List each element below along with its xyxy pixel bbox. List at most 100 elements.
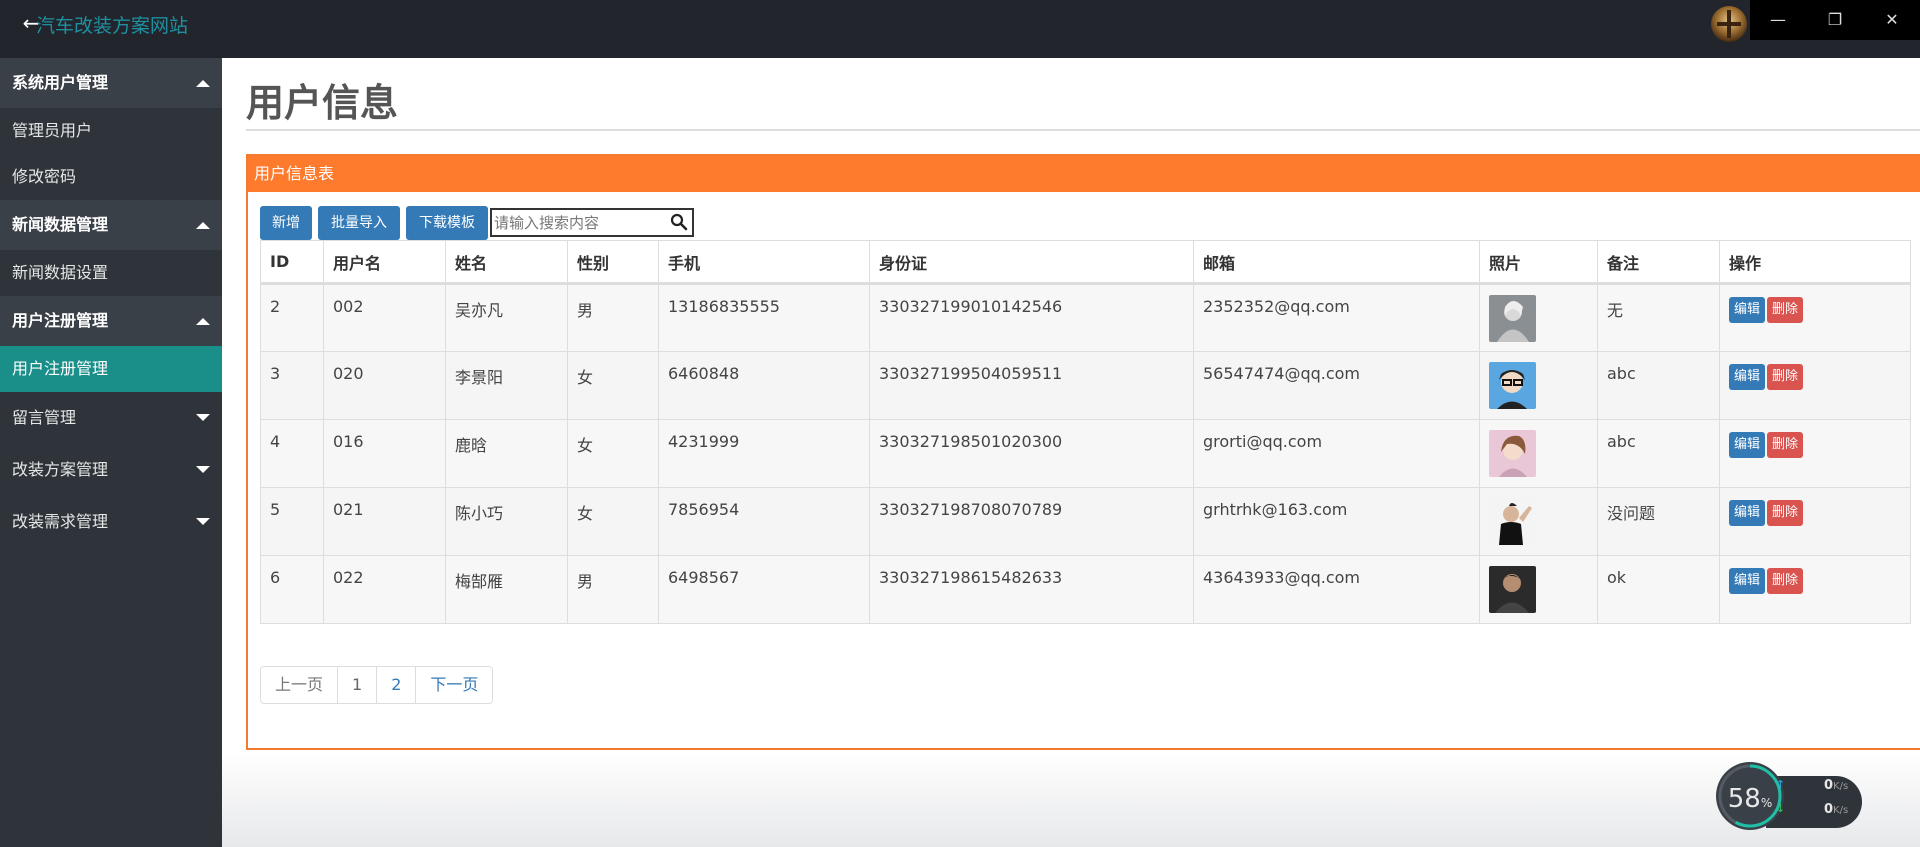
delete-button[interactable]: 删除 [1767, 364, 1804, 390]
cell-photo [1479, 555, 1598, 624]
cell-remark: 没问题 [1597, 487, 1720, 556]
nav-group-mod-requests[interactable]: 改装需求管理 [0, 496, 222, 548]
import-button[interactable]: 批量导入 [318, 206, 400, 240]
col-header-username: 用户名 [323, 240, 446, 285]
cell-id: 6 [260, 555, 324, 624]
col-header-remark: 备注 [1597, 240, 1720, 285]
table-header-row: ID 用户名 姓名 性别 手机 身份证 邮箱 照片 备注 操作 [260, 240, 1911, 285]
title-bar: ← 汽车改装方案网站 — ❐ ✕ [0, 0, 1920, 58]
download-speed: 0K/s [1824, 802, 1848, 817]
user-photo [1489, 430, 1536, 477]
caret-down-icon [196, 466, 210, 473]
maximize-icon[interactable]: ❐ [1807, 0, 1863, 40]
nav-group-label: 留言管理 [12, 408, 77, 427]
avatar[interactable] [1711, 6, 1747, 42]
cell-username: 022 [323, 555, 446, 624]
col-header-email: 邮箱 [1193, 240, 1480, 285]
cell-photo [1479, 351, 1598, 420]
download-arrow-icon: ↓ [1776, 802, 1786, 815]
cell-remark: ok [1597, 555, 1720, 624]
upload-unit: K/s [1833, 781, 1849, 792]
cell-gender: 女 [567, 351, 659, 420]
gauge-unit: % [1760, 796, 1773, 810]
user-table: ID 用户名 姓名 性别 手机 身份证 邮箱 照片 备注 操作 2 002 吴亦… [260, 240, 1911, 624]
prev-page-button[interactable]: 上一页 [261, 667, 339, 703]
cell-gender: 女 [567, 487, 659, 556]
cell-email: grhtrhk@163.com [1193, 487, 1480, 556]
delete-button[interactable]: 删除 [1767, 297, 1804, 323]
cell-email: 56547474@qq.com [1193, 351, 1480, 420]
nav-group-label: 系统用户管理 [12, 73, 109, 92]
sidebar: 系统用户管理 管理员用户 修改密码 新闻数据管理 新闻数据设置 用户注册管理 用… [0, 58, 222, 847]
cell-phone: 7856954 [658, 487, 870, 556]
nav-group-label: 新闻数据管理 [12, 215, 109, 234]
nav-group-system-users[interactable]: 系统用户管理 [0, 58, 222, 108]
sidebar-item-user-registration[interactable]: 用户注册管理 [0, 346, 222, 392]
download-template-button[interactable]: 下载模板 [406, 206, 488, 240]
sidebar-item-admin-users[interactable]: 管理员用户 [0, 108, 222, 154]
edit-button[interactable]: 编辑 [1729, 297, 1766, 323]
nav-group-label: 用户注册管理 [12, 311, 109, 330]
nav-group-news[interactable]: 新闻数据管理 [0, 200, 222, 250]
col-header-phone: 手机 [658, 240, 870, 285]
download-unit: K/s [1833, 805, 1849, 816]
delete-button[interactable]: 删除 [1767, 568, 1804, 594]
cell-actions: 编辑 删除 [1719, 419, 1911, 488]
cell-phone: 13186835555 [658, 283, 870, 352]
user-info-panel: 用户信息表 新增 批量导入 下载模板 ID 用户名 [246, 154, 1920, 750]
cell-phone: 4231999 [658, 419, 870, 488]
cell-email: 43643933@qq.com [1193, 555, 1480, 624]
sidebar-item-change-password[interactable]: 修改密码 [0, 154, 222, 200]
edit-button[interactable]: 编辑 [1729, 500, 1766, 526]
cell-idcard: 330327198501020300 [869, 419, 1194, 488]
nav-group-user-registration[interactable]: 用户注册管理 [0, 296, 222, 346]
cell-id: 5 [260, 487, 324, 556]
app-title: 汽车改装方案网站 [36, 15, 189, 37]
cell-photo [1479, 283, 1598, 352]
delete-button[interactable]: 删除 [1767, 432, 1804, 458]
sidebar-item-news-settings[interactable]: 新闻数据设置 [0, 250, 222, 296]
caret-up-icon [196, 80, 210, 87]
panel-title: 用户信息表 [248, 156, 1920, 192]
user-photo [1489, 362, 1536, 409]
cell-phone: 6498567 [658, 555, 870, 624]
nav-group-messages[interactable]: 留言管理 [0, 392, 222, 444]
cell-username: 016 [323, 419, 446, 488]
table-row: 2 002 吴亦凡 男 13186835555 3303271990101425… [260, 283, 1911, 352]
close-icon[interactable]: ✕ [1864, 0, 1920, 40]
cell-name: 梅郜雁 [445, 555, 568, 624]
caret-up-icon [196, 318, 210, 325]
add-button[interactable]: 新增 [260, 206, 312, 240]
cell-remark: abc [1597, 419, 1720, 488]
col-header-id: ID [260, 240, 324, 285]
nav-group-mod-plans[interactable]: 改装方案管理 [0, 444, 222, 496]
network-speed-widget[interactable]: 58% ↑ ↓ 0K/s 0K/s [1716, 762, 1864, 830]
user-photo [1489, 498, 1536, 545]
cell-name: 鹿晗 [445, 419, 568, 488]
cell-gender: 女 [567, 419, 659, 488]
cpu-gauge: 58% [1716, 762, 1784, 830]
col-header-photo: 照片 [1479, 240, 1598, 285]
divider [246, 129, 1920, 131]
cell-actions: 编辑 删除 [1719, 351, 1911, 420]
minimize-icon[interactable]: — [1750, 0, 1806, 40]
table-row: 5 021 陈小巧 女 7856954 330327198708070789 g… [260, 487, 1911, 556]
caret-down-icon [196, 414, 210, 421]
cell-username: 002 [323, 283, 446, 352]
search-input[interactable] [492, 210, 662, 235]
cell-idcard: 330327198708070789 [869, 487, 1194, 556]
edit-button[interactable]: 编辑 [1729, 364, 1766, 390]
cell-remark: 无 [1597, 283, 1720, 352]
page-1-button[interactable]: 1 [338, 667, 378, 703]
edit-button[interactable]: 编辑 [1729, 568, 1766, 594]
search-icon[interactable] [670, 213, 688, 231]
cell-name: 吴亦凡 [445, 283, 568, 352]
cell-actions: 编辑 删除 [1719, 555, 1911, 624]
delete-button[interactable]: 删除 [1767, 500, 1804, 526]
upload-arrow-icon: ↑ [1776, 778, 1786, 791]
edit-button[interactable]: 编辑 [1729, 432, 1766, 458]
cell-idcard: 330327199504059511 [869, 351, 1194, 420]
cell-photo [1479, 419, 1598, 488]
next-page-button[interactable]: 下一页 [416, 667, 493, 703]
page-2-button[interactable]: 2 [377, 667, 417, 703]
